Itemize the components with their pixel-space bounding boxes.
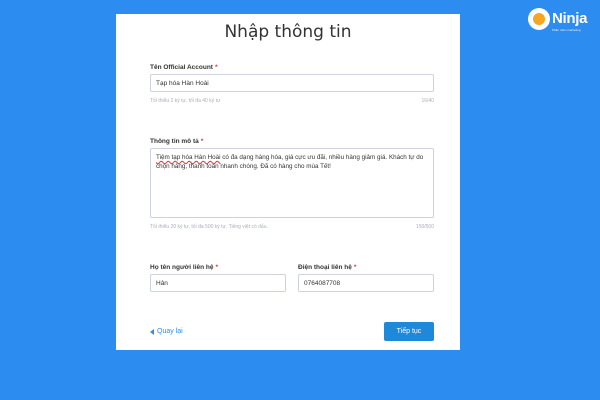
back-label: Quay lại (157, 328, 183, 335)
description-counter: 150/500 (415, 224, 434, 230)
oa-name-input[interactable]: Tạp hóa Hàn Hoài (150, 74, 434, 92)
oa-name-label-text: Tên Official Account (150, 64, 213, 71)
ninja-tagline: Phần mềm marketing (552, 28, 581, 32)
ninja-brand: Ninja (552, 10, 588, 27)
description-hint: Tối thiểu 20 ký tự, tối đa 500 ký tự. Ti… (150, 224, 268, 230)
required-mark: * (353, 264, 357, 271)
oa-name-hint: Tối thiểu 2 ký tự, tối đa 40 ký tự (150, 98, 221, 104)
oa-name-label: Tên Official Account * (150, 64, 218, 71)
contact-name-value: Hân (156, 279, 168, 287)
contact-name-label: Họ tên người liên hệ * (150, 264, 218, 271)
description-label-text: Thông tin mô tả (150, 138, 199, 145)
contact-name-label-text: Họ tên người liên hệ (150, 264, 214, 271)
form-card: Nhập thông tin Tên Official Account * Tạp… (116, 14, 460, 350)
back-link[interactable]: Quay lại (150, 328, 183, 335)
oa-name-value: Tạp hóa Hàn Hoài (156, 79, 209, 87)
page-title: Nhập thông tin (224, 22, 352, 42)
back-arrow-icon (150, 328, 154, 335)
ninja-logo: Ninja Phần mềm marketing (528, 6, 596, 36)
phone-label-text: Điện thoại liên hệ (298, 264, 352, 271)
continue-button[interactable]: Tiếp tục (384, 322, 434, 341)
required-mark: * (214, 64, 218, 71)
required-mark: * (200, 138, 204, 145)
phone-value: 0764087708 (304, 279, 341, 287)
description-textarea[interactable]: Tiệm tạp hóa Hàn Hoài có đa dạng hàng hó… (150, 148, 434, 218)
phone-label: Điện thoại liên hệ * (298, 264, 356, 271)
contact-name-input[interactable]: Hân (150, 274, 286, 292)
description-label: Thông tin mô tả * (150, 138, 203, 145)
ninja-logo-icon (528, 8, 550, 30)
phone-input[interactable]: 0764087708 (298, 274, 434, 292)
required-mark: * (215, 264, 219, 271)
description-text-part: Tiệm tạp hóa Hàn Hoài (156, 154, 221, 161)
oa-name-counter: 16/40 (421, 98, 434, 104)
